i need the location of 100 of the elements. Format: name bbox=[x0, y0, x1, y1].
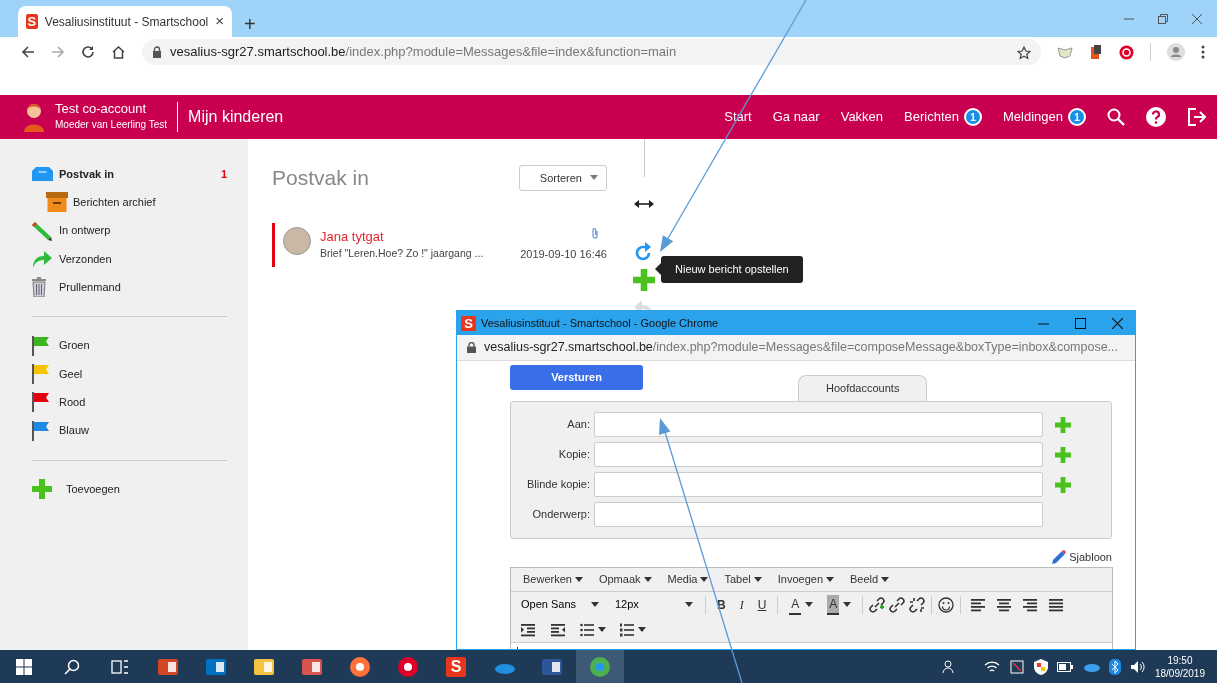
lock-icon bbox=[467, 342, 476, 353]
align-center-icon[interactable] bbox=[997, 598, 1012, 613]
onedrive-icon[interactable] bbox=[1081, 661, 1100, 672]
font-size-select[interactable]: 12px bbox=[609, 596, 699, 613]
help-icon[interactable] bbox=[1146, 107, 1166, 127]
numbered-list-icon bbox=[620, 622, 634, 637]
restore-icon[interactable] bbox=[1157, 12, 1169, 25]
template-link[interactable]: Sjabloon bbox=[1069, 548, 1112, 565]
start-icon[interactable] bbox=[16, 658, 32, 675]
folder-item[interactable]: In ontwerp bbox=[32, 216, 227, 245]
extension-icon[interactable] bbox=[1089, 44, 1103, 60]
unlink-icon[interactable] bbox=[909, 596, 926, 613]
trash-icon bbox=[32, 277, 46, 298]
label-item[interactable]: Geel bbox=[32, 359, 227, 389]
folder-item[interactable]: Prullenmand bbox=[32, 273, 227, 302]
nav-link[interactable]: Vakken bbox=[840, 107, 884, 127]
editor-menu[interactable]: Tabel bbox=[716, 571, 770, 588]
children-link[interactable]: Mijn kinderen bbox=[188, 105, 284, 129]
link-icon[interactable] bbox=[889, 596, 906, 613]
close-icon[interactable] bbox=[1191, 12, 1203, 25]
nav-link[interactable]: Start bbox=[724, 107, 752, 127]
editor-menu[interactable]: Media bbox=[659, 571, 717, 588]
format-button[interactable]: I bbox=[734, 595, 749, 614]
creative-cloud-icon[interactable] bbox=[398, 656, 418, 677]
clock[interactable]: 19:50 18/09/2019 bbox=[1154, 653, 1205, 680]
extension-icon[interactable] bbox=[1119, 44, 1134, 60]
background-color-button[interactable]: A bbox=[822, 594, 857, 615]
indent-icon[interactable] bbox=[521, 623, 535, 638]
firefox-icon[interactable] bbox=[350, 656, 370, 677]
field-label: Onderwerp: bbox=[531, 507, 591, 523]
snipping-tool-icon[interactable] bbox=[302, 656, 322, 677]
editor-menu[interactable]: Opmaak bbox=[590, 571, 660, 588]
send-button[interactable]: Versturen bbox=[510, 365, 643, 390]
profile-icon[interactable] bbox=[1167, 43, 1185, 61]
add-label-link[interactable]: Toevoegen bbox=[32, 474, 227, 503]
new-tab-icon[interactable]: + bbox=[244, 14, 256, 34]
text-color-button[interactable]: A bbox=[784, 594, 819, 615]
field-label: Kopie: bbox=[557, 447, 591, 463]
chrome-icon[interactable] bbox=[590, 656, 610, 677]
folder-item[interactable]: Postvak in 1 bbox=[32, 160, 227, 189]
editor-menu[interactable]: Bewerken bbox=[515, 571, 591, 588]
word-app-icon[interactable] bbox=[542, 656, 562, 677]
network-icon[interactable] bbox=[1008, 658, 1025, 675]
shield-icon[interactable] bbox=[1033, 658, 1048, 675]
browser-tab[interactable]: S Vesaliusinstituut - Smartschool × bbox=[18, 6, 232, 37]
field-label: Aan: bbox=[566, 417, 591, 433]
outlook-app-icon[interactable] bbox=[206, 656, 226, 677]
battery-icon[interactable] bbox=[1056, 661, 1073, 672]
file-explorer-icon[interactable] bbox=[254, 656, 274, 677]
close-tab-icon[interactable]: × bbox=[215, 10, 224, 33]
user-avatar-icon[interactable] bbox=[22, 102, 46, 132]
label-item[interactable]: Rood bbox=[32, 388, 227, 417]
emoji-icon[interactable] bbox=[938, 596, 955, 613]
star-icon[interactable] bbox=[1017, 45, 1031, 60]
justify-icon[interactable] bbox=[1049, 598, 1064, 613]
tab[interactable]: Hoofdaccounts bbox=[798, 375, 928, 401]
font-family-select[interactable]: Open Sans bbox=[515, 596, 605, 613]
bluetooth-icon[interactable] bbox=[1108, 658, 1121, 675]
search-icon[interactable] bbox=[64, 658, 80, 675]
input-field[interactable] bbox=[594, 502, 1043, 527]
resize-arrows-icon[interactable] bbox=[634, 198, 654, 209]
nav-link[interactable]: Berichten 1 bbox=[904, 107, 982, 127]
input-field[interactable] bbox=[594, 442, 1043, 467]
outdent-icon[interactable] bbox=[551, 623, 565, 638]
search-icon[interactable] bbox=[1107, 108, 1125, 126]
avatar bbox=[283, 226, 311, 255]
caret-icon bbox=[643, 577, 652, 582]
wifi-icon[interactable] bbox=[983, 659, 1000, 674]
volume-icon[interactable] bbox=[1129, 659, 1146, 674]
reload-icon[interactable] bbox=[81, 45, 95, 59]
align-right-icon[interactable] bbox=[1023, 598, 1038, 613]
task-view-icon[interactable] bbox=[111, 658, 129, 675]
smartschool-app-icon[interactable]: S bbox=[446, 656, 466, 677]
input-field[interactable] bbox=[594, 412, 1043, 437]
logout-icon[interactable] bbox=[1187, 107, 1207, 127]
menu-icon[interactable] bbox=[1201, 45, 1205, 59]
tooltip: Nieuw bericht opstellen bbox=[661, 256, 803, 283]
caret-icon bbox=[685, 602, 693, 607]
back-icon[interactable] bbox=[21, 45, 35, 59]
address-bar[interactable]: vesalius-sgr27.smartschool.be/index.php?module=Messages&file=index&function=main bbox=[142, 39, 1041, 65]
nav-link[interactable]: Ga naar bbox=[772, 107, 820, 127]
close-icon[interactable] bbox=[1112, 317, 1123, 329]
format-button[interactable]: U bbox=[752, 595, 772, 614]
label-item[interactable]: Groen bbox=[32, 331, 227, 360]
editor-menu[interactable]: Invoegen bbox=[769, 571, 843, 588]
insert-link-icon[interactable] bbox=[869, 596, 886, 613]
powerpoint-app-icon[interactable] bbox=[158, 656, 178, 677]
sort-dropdown[interactable]: Sorteren bbox=[518, 164, 607, 191]
favicon: S bbox=[26, 14, 38, 29]
label-item[interactable]: Blauw bbox=[32, 416, 227, 445]
editor-menu[interactable]: Beeld bbox=[842, 571, 898, 588]
nav-link[interactable]: Meldingen 1 bbox=[1003, 107, 1086, 127]
home-icon[interactable] bbox=[111, 45, 126, 59]
maximize-icon[interactable] bbox=[1075, 317, 1086, 329]
folder-item[interactable]: Verzonden bbox=[32, 244, 227, 274]
input-field[interactable] bbox=[594, 472, 1043, 497]
refresh-icon[interactable] bbox=[635, 241, 653, 262]
message-row[interactable]: Jana tytgat Brief "Leren.Hoe? Zo !" jaargang ... 2019-09-10 16:46 bbox=[272, 222, 607, 267]
align-left-icon[interactable] bbox=[971, 598, 986, 613]
folder-item[interactable]: Berichten archief bbox=[46, 188, 227, 217]
